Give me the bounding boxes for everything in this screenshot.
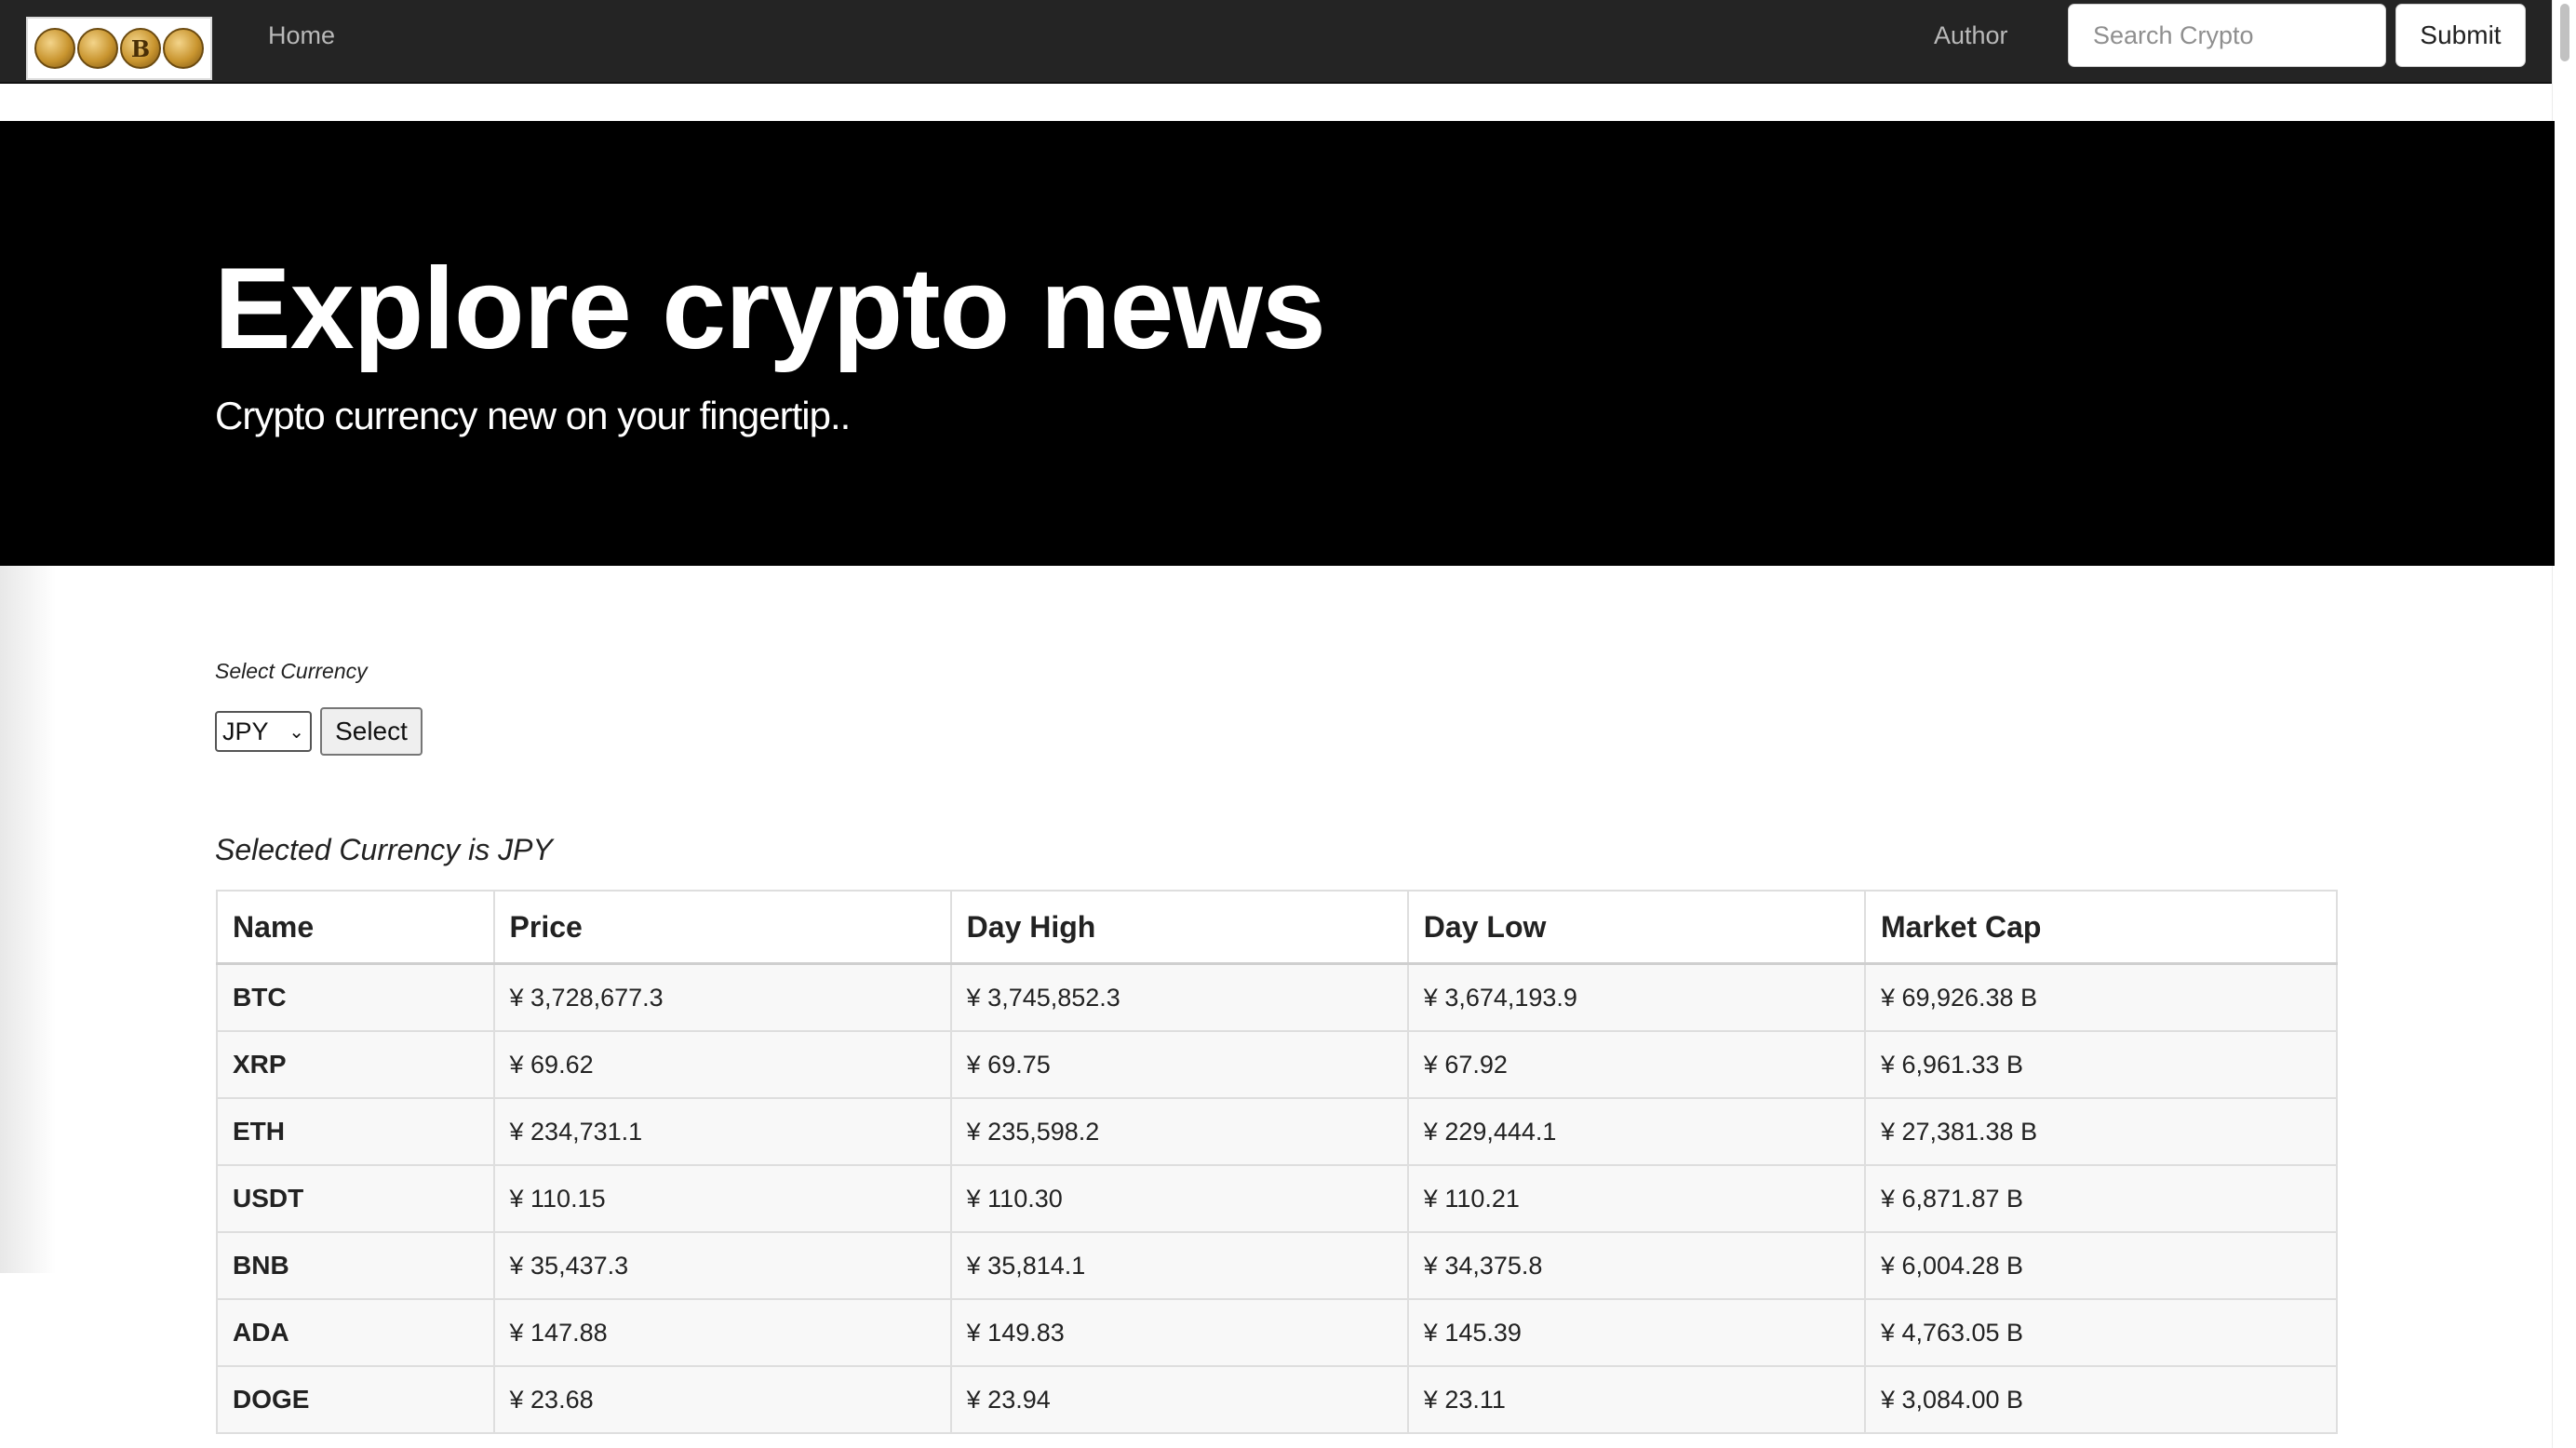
scrollbar-thumb[interactable] [2560,4,2569,61]
cell-day-high: ¥ 3,745,852.3 [949,962,1409,1032]
coin-icon [34,28,75,69]
table-row: BNB ¥ 35,437.3 ¥ 35,814.1 ¥ 34,375.8 ¥ 6… [216,1231,2339,1300]
currency-dropdown[interactable]: JPY ⌄ [215,711,312,752]
cell-name: USDT [216,1164,495,1233]
coin-icon [77,28,118,69]
currency-dropdown-value: JPY [222,717,269,745]
select-button[interactable]: Select [320,707,423,756]
cell-day-low: ¥ 3,674,193.9 [1406,962,1866,1032]
logo[interactable]: B [26,17,212,80]
cell-name: ADA [216,1298,495,1367]
cell-market-cap: ¥ 6,004.28 B [1863,1231,2339,1300]
cell-name: XRP [216,1030,495,1099]
table-row: ETH ¥ 234,731.1 ¥ 235,598.2 ¥ 229,444.1 … [216,1097,2339,1166]
cell-price: ¥ 23.68 [492,1365,952,1434]
cell-market-cap: ¥ 3,084.00 B [1863,1365,2339,1434]
nav-home-link[interactable]: Home [268,0,335,71]
cell-day-low: ¥ 23.11 [1406,1365,1866,1434]
cell-day-high: ¥ 69.75 [949,1030,1409,1099]
cell-market-cap: ¥ 4,763.05 B [1863,1298,2339,1367]
cell-name: DOGE [216,1365,495,1434]
selected-currency-text: Selected Currency is JPY [215,833,553,866]
column-header-name: Name [216,890,495,965]
table-row: DOGE ¥ 23.68 ¥ 23.94 ¥ 23.11 ¥ 3,084.00 … [216,1365,2339,1434]
chevron-down-icon: ⌄ [288,721,304,743]
crypto-table: Name Price Day High Day Low Market Cap B… [216,890,2339,1434]
cell-market-cap: ¥ 69,926.38 B [1863,962,2339,1032]
scrollbar[interactable] [2552,0,2576,1448]
cell-day-low: ¥ 229,444.1 [1406,1097,1866,1166]
table-row: BTC ¥ 3,728,677.3 ¥ 3,745,852.3 ¥ 3,674,… [216,962,2339,1032]
cell-day-high: ¥ 23.94 [949,1365,1409,1434]
coin-icon: B [120,28,161,69]
cell-name: ETH [216,1097,495,1166]
column-header-day-high: Day High [949,890,1409,965]
column-header-day-low: Day Low [1406,890,1866,965]
table-row: USDT ¥ 110.15 ¥ 110.30 ¥ 110.21 ¥ 6,871.… [216,1164,2339,1233]
cell-market-cap: ¥ 27,381.38 B [1863,1097,2339,1166]
cell-day-high: ¥ 149.83 [949,1298,1409,1367]
column-header-market-cap: Market Cap [1863,890,2339,965]
cell-day-low: ¥ 34,375.8 [1406,1231,1866,1300]
navbar: B Home Author Submit [0,0,2552,84]
coin-icon [163,28,204,69]
select-currency-label: Select Currency [215,659,368,683]
table-header-row: Name Price Day High Day Low Market Cap [216,890,2339,965]
cell-day-high: ¥ 235,598.2 [949,1097,1409,1166]
hero-banner: Explore crypto news Crypto currency new … [0,121,2555,566]
page: B Home Author Submit Explore crypto news… [0,0,2576,1448]
cell-market-cap: ¥ 6,871.87 B [1863,1164,2339,1233]
cell-price: ¥ 3,728,677.3 [492,962,952,1032]
cell-day-high: ¥ 110.30 [949,1164,1409,1233]
table-row: ADA ¥ 147.88 ¥ 149.83 ¥ 145.39 ¥ 4,763.0… [216,1298,2339,1367]
table-row: XRP ¥ 69.62 ¥ 69.75 ¥ 67.92 ¥ 6,961.33 B [216,1030,2339,1099]
cell-name: BTC [216,962,495,1032]
nav-author-link[interactable]: Author [1934,0,2008,71]
cell-price: ¥ 35,437.3 [492,1231,952,1300]
hero-title: Explore crypto news [214,245,1326,373]
column-header-price: Price [492,890,952,965]
hero-subtitle: Crypto currency new on your fingertip.. [215,394,851,437]
search-input[interactable] [2068,4,2386,67]
edge-shade [0,566,56,1273]
cell-price: ¥ 110.15 [492,1164,952,1233]
cell-day-low: ¥ 145.39 [1406,1298,1866,1367]
cell-name: BNB [216,1231,495,1300]
cell-day-high: ¥ 35,814.1 [949,1231,1409,1300]
cell-day-low: ¥ 67.92 [1406,1030,1866,1099]
cell-day-low: ¥ 110.21 [1406,1164,1866,1233]
submit-button[interactable]: Submit [2395,4,2526,67]
cell-price: ¥ 234,731.1 [492,1097,952,1166]
cell-price: ¥ 147.88 [492,1298,952,1367]
cell-price: ¥ 69.62 [492,1030,952,1099]
cell-market-cap: ¥ 6,961.33 B [1863,1030,2339,1099]
